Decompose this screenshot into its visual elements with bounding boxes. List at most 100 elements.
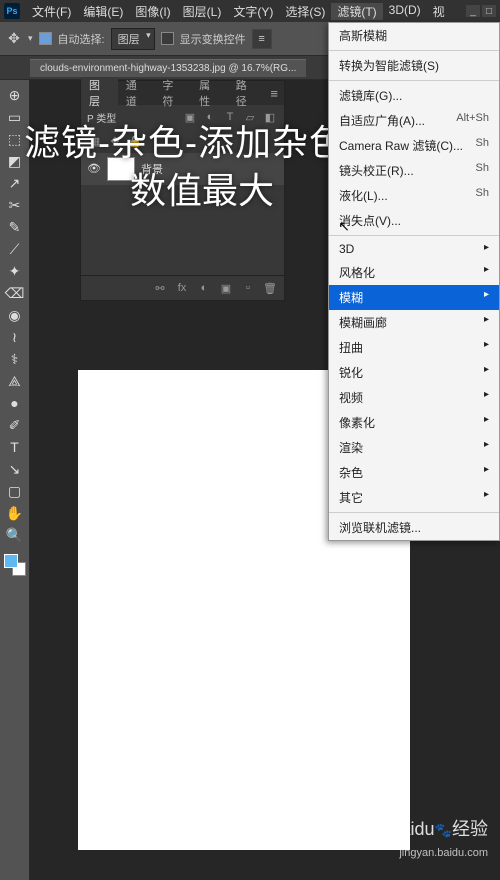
tool-10[interactable]: ◉ (4, 304, 26, 326)
watermark-url: jingyan.baidu.com (399, 847, 488, 859)
maximize-button[interactable]: □ (482, 5, 496, 17)
filter-item-6[interactable]: 液化(L)...Sh (329, 183, 499, 208)
panel-tab-4[interactable]: 路径 (228, 77, 265, 109)
filter-adjust-icon[interactable]: ◐ (202, 109, 218, 125)
move-tool-icon: ✥ (6, 31, 22, 47)
tool-19[interactable]: ✋ (4, 502, 26, 524)
link-layers-icon[interactable]: ⚯ (152, 280, 168, 296)
filter-item-3[interactable]: 自适应广角(A)...Alt+Sh (329, 108, 499, 133)
auto-select-checkbox[interactable] (39, 32, 52, 45)
filter-item-15[interactable]: 像素化 (329, 410, 499, 435)
watermark-brand: Baidu (389, 819, 435, 839)
tool-12[interactable]: ⚕ (4, 348, 26, 370)
group-icon[interactable]: ▣ (218, 280, 234, 296)
tool-9[interactable]: ⌫ (4, 282, 26, 304)
lock-all-icon[interactable]: 🔒 (127, 133, 143, 149)
tool-13[interactable]: ⟁ (4, 370, 26, 392)
visibility-icon[interactable]: 👁 (87, 162, 101, 176)
layer-filter-label: Ρ 类型 (87, 110, 116, 125)
filter-shape-icon[interactable]: ▱ (242, 109, 258, 125)
filter-item-11[interactable]: 模糊画廊 (329, 310, 499, 335)
filter-item-7[interactable]: 消失点(V)... (329, 208, 499, 233)
tool-11[interactable]: ≀ (4, 326, 26, 348)
tool-4[interactable]: ↗ (4, 172, 26, 194)
fx-icon[interactable]: fx (174, 280, 190, 296)
paw-icon: 🐾 (435, 822, 452, 839)
menubar: Ps 文件(F)编辑(E)图像(I)图层(L)文字(Y)选择(S)滤镜(T)3D… (0, 0, 500, 22)
panel-tab-1[interactable]: 通道 (118, 77, 155, 109)
align-button[interactable]: ≡ (252, 29, 272, 49)
layers-panel: 图层通道字符属性路径 ≡ Ρ 类型 ▣ ◐ T ▱ ◧ ▦ ✥ 🔒 👁 背景 (80, 80, 285, 301)
tool-8[interactable]: ✦ (4, 260, 26, 282)
filter-item-8[interactable]: 3D (329, 238, 499, 260)
lock-pixels-icon[interactable]: ▦ (87, 133, 103, 149)
filter-item-0[interactable]: 高斯模糊 (329, 23, 499, 48)
filter-item-9[interactable]: 风格化 (329, 260, 499, 285)
filter-item-17[interactable]: 杂色 (329, 460, 499, 485)
watermark-label: 经验 (452, 819, 488, 839)
menu-4[interactable]: 文字(Y) (227, 3, 279, 20)
panel-tab-3[interactable]: 属性 (191, 77, 228, 109)
menu-3[interactable]: 图层(L) (177, 3, 228, 20)
filter-smart-icon[interactable]: ◧ (262, 109, 278, 125)
tool-3[interactable]: ◩ (4, 150, 26, 172)
panel-tab-2[interactable]: 字符 (154, 77, 191, 109)
filter-item-18[interactable]: 其它 (329, 485, 499, 510)
tool-5[interactable]: ✂ (4, 194, 26, 216)
filter-image-icon[interactable]: ▣ (182, 109, 198, 125)
foreground-color-swatch[interactable] (4, 554, 18, 568)
minimize-button[interactable]: _ (466, 5, 480, 17)
tool-6[interactable]: ✎ (4, 216, 26, 238)
filter-item-13[interactable]: 锐化 (329, 360, 499, 385)
layer-name: 背景 (141, 161, 163, 177)
window-controls: _ □ (466, 5, 496, 17)
filter-item-5[interactable]: 镜头校正(R)...Sh (329, 158, 499, 183)
tool-18[interactable]: ▢ (4, 480, 26, 502)
filter-item-10[interactable]: 模糊 (329, 285, 499, 310)
layer-thumbnail[interactable] (107, 157, 135, 181)
toolbox: ⊕▭⬚◩↗✂✎⟋✦⌫◉≀⚕⟁●✐T↘▢✋🔍 (0, 80, 30, 880)
mask-icon[interactable]: ◐ (196, 280, 212, 296)
delete-icon[interactable]: 🗑 (262, 280, 278, 296)
tool-15[interactable]: ✐ (4, 414, 26, 436)
menu-5[interactable]: 选择(S) (279, 3, 331, 20)
tool-20[interactable]: 🔍 (4, 524, 26, 546)
panel-menu-icon[interactable]: ≡ (264, 86, 284, 101)
new-layer-icon[interactable]: ▫ (240, 280, 256, 296)
tool-1[interactable]: ▭ (4, 106, 26, 128)
tool-7[interactable]: ⟋ (4, 238, 26, 260)
menu-7[interactable]: 3D(D) (383, 3, 427, 20)
show-transform-checkbox[interactable] (161, 32, 174, 45)
panel-tab-0[interactable]: 图层 (81, 77, 118, 109)
menu-6[interactable]: 滤镜(T) (331, 3, 382, 20)
filter-item-1[interactable]: 转换为智能滤镜(S) (329, 53, 499, 78)
auto-select-label: 自动选择: (58, 31, 105, 47)
filter-item-19[interactable]: 浏览联机滤镜... (329, 515, 499, 540)
document-tab[interactable]: clouds-environment-highway-1353238.jpg @… (30, 59, 306, 77)
menu-1[interactable]: 编辑(E) (77, 3, 129, 20)
show-transform-label: 显示变换控件 (180, 31, 246, 47)
filter-text-icon[interactable]: T (222, 109, 238, 125)
filter-item-16[interactable]: 渲染 (329, 435, 499, 460)
app-logo: Ps (4, 3, 20, 19)
tool-14[interactable]: ● (4, 392, 26, 414)
menu-2[interactable]: 图像(I) (129, 3, 176, 20)
filter-item-14[interactable]: 视频 (329, 385, 499, 410)
lock-position-icon[interactable]: ✥ (107, 133, 123, 149)
chevron-down-icon[interactable]: ▾ (28, 33, 33, 44)
tool-0[interactable]: ⊕ (4, 84, 26, 106)
filter-item-4[interactable]: Camera Raw 滤镜(C)...Sh (329, 133, 499, 158)
auto-select-type[interactable]: 图层 (111, 28, 155, 50)
watermark: Baidu🐾经验 jingyan.baidu.com (389, 819, 488, 862)
tool-2[interactable]: ⬚ (4, 128, 26, 150)
tool-17[interactable]: ↘ (4, 458, 26, 480)
panel-tabs: 图层通道字符属性路径 ≡ (81, 81, 284, 105)
filter-item-2[interactable]: 滤镜库(G)... (329, 83, 499, 108)
tool-16[interactable]: T (4, 436, 26, 458)
color-swatches[interactable] (4, 554, 26, 576)
menu-8[interactable]: 视 (427, 3, 451, 20)
filter-item-12[interactable]: 扭曲 (329, 335, 499, 360)
menu-0[interactable]: 文件(F) (26, 3, 77, 20)
filter-dropdown: 高斯模糊转换为智能滤镜(S) 滤镜库(G)...自适应广角(A)...Alt+Sh… (328, 22, 500, 541)
layer-row[interactable]: 👁 背景 (81, 153, 284, 185)
